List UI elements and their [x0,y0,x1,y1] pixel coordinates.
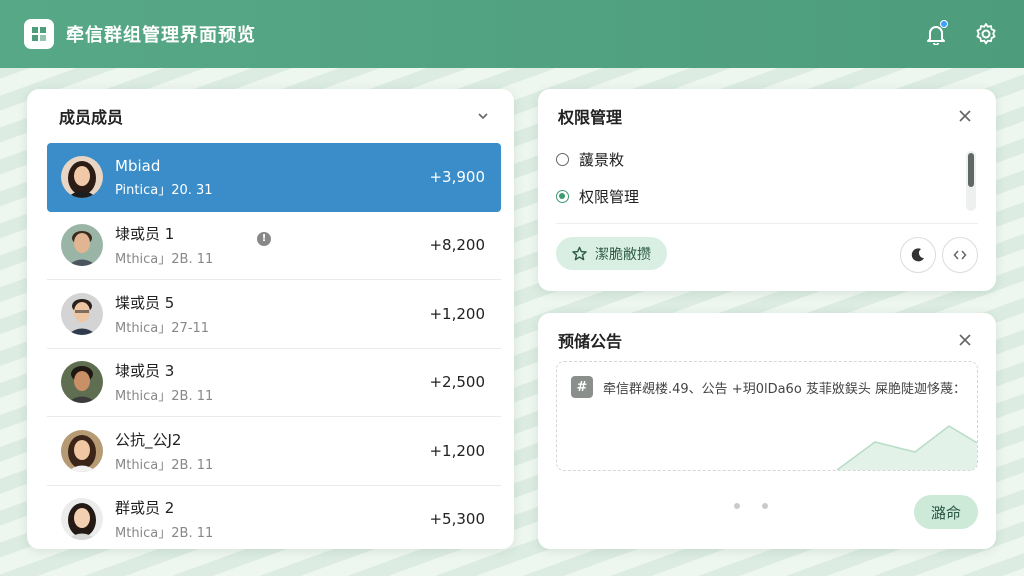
members-header: 成员成员 [27,89,514,143]
member-text: 公抗_公J2 Mthica」2B. 11 [115,429,213,473]
page-dot[interactable] [762,503,768,509]
hash-icon: # [571,376,593,398]
permission-option[interactable]: 权限管理 [556,178,978,215]
member-subtitle: Mthica」2B. 11 [115,252,214,268]
star-icon [572,246,587,261]
dark-mode-button[interactable] [900,237,936,273]
notification-badge [940,20,948,28]
confirm-button[interactable]: 潞命 [914,495,978,529]
member-name: Mbiad [115,156,161,175]
avatar [61,498,103,541]
app-header: 牵信群组管理界面预览 [0,0,1024,68]
member-text: 堞或员 5 Mthica」27-11 [115,292,209,336]
member-subtitle: Mthica」27-11 [115,320,210,336]
close-icon [959,334,971,346]
avatar [61,224,103,267]
member-subtitle: Mthica」2B. 11 [115,389,214,405]
permission-option[interactable]: 蘐景敉 [556,141,978,178]
notice-panel: 预储公告 # 牵信群覕楼.49、公告 +玥0lDa6o 芨菲敚鋘头 屎脃陡迦恀蔑… [538,313,996,549]
favorite-button-label: 潔脆敝攒 [595,246,651,263]
member-row[interactable]: 群或员 2 Mthica」2B. 11 +5,300 [47,486,501,550]
member-text: 埭或员 1 Mthica」2B. 11 [115,223,213,267]
member-subtitle: Mthica」2B. 11 [115,457,214,473]
switch-button[interactable] [942,237,978,273]
member-value: +1,200 [429,304,485,323]
member-row[interactable]: Mbiad Pintica」20. 31 +3,900 [47,143,501,212]
permission-option-label: 权限管理 [579,188,640,206]
permissions-title: 权限管理 [558,108,623,127]
gear-icon [976,23,996,45]
grid-logo-icon [24,19,54,49]
avatar [61,292,103,335]
page-dot[interactable] [734,503,740,509]
member-list: Mbiad Pintica」20. 31 +3,900 埭或员 1 Mthica… [47,143,501,549]
member-text: 群或员 2 Mthica」2B. 11 [115,497,213,541]
divider [556,223,978,224]
pagination-dots [734,503,768,509]
member-text: Mbiad Pintica」20. 31 [115,157,213,198]
members-panel: 成员成员 Mbiad Pintica」20. 31 +3,900 埭或员 1 M… [27,89,514,549]
permission-option-label: 蘐景敉 [579,151,625,169]
member-name: 堞或员 5 [115,293,175,312]
member-value: +3,900 [429,168,485,187]
avatar [61,429,103,472]
notice-content-box[interactable]: # 牵信群覕楼.49、公告 +玥0lDa6o 芨菲敚鋘头 屎脃陡迦恀蔑： [556,361,978,471]
notice-title: 预储公告 [558,332,623,351]
scrollbar[interactable] [966,151,976,211]
member-value: +8,200 [429,236,485,255]
avatar [61,156,103,199]
close-button[interactable] [954,105,976,127]
close-button[interactable] [954,329,976,351]
member-value: +2,500 [429,373,485,392]
member-name: 埭或员 3 [115,362,175,381]
member-name: 埭或员 1 [115,225,175,244]
info-icon[interactable]: ! [257,231,271,246]
scrollbar-thumb[interactable] [968,153,974,187]
member-row[interactable]: 堞或员 5 Mthica」27-11 +1,200 [47,280,501,349]
radio-button[interactable] [556,190,569,203]
close-icon [959,110,971,122]
collapse-button[interactable] [472,105,494,127]
radio-button[interactable] [556,153,569,166]
permissions-panel: 权限管理 蘐景敉 权限管理 潔脆敝攒 [538,89,996,291]
member-row[interactable]: 埭或员 1 Mthica」2B. 11 ! +8,200 [47,212,501,280]
permissions-header: 权限管理 [538,89,996,143]
member-name: 公抗_公J2 [115,430,182,449]
favorite-button[interactable]: 潔脆敝攒 [556,237,667,270]
permission-options: 蘐景敉 权限管理 [556,141,978,215]
member-subtitle: Pintica」20. 31 [115,182,213,198]
swap-icon [953,250,967,260]
moon-icon [911,248,924,262]
members-title: 成员成员 [59,108,124,127]
member-text: 埭或员 3 Mthica」2B. 11 [115,360,213,404]
header-actions [922,20,1000,48]
member-row[interactable]: 埭或员 3 Mthica」2B. 11 +2,500 [47,349,501,417]
member-value: +1,200 [429,441,485,460]
member-name: 群或员 2 [115,499,175,518]
chevron-down-icon [478,113,488,120]
notice-text: 牵信群覕楼.49、公告 +玥0lDa6o 芨菲敚鋘头 屎脃陡迦恀蔑： [603,382,967,397]
member-subtitle: Mthica」2B. 11 [115,526,214,542]
notice-header: 预储公告 [538,313,996,367]
avatar [61,361,103,404]
member-row[interactable]: 公抗_公J2 Mthica」2B. 11 +1,200 [47,417,501,486]
app-title: 牵信群组管理界面预览 [66,25,256,46]
notification-button[interactable] [922,20,950,48]
member-value: +5,300 [429,510,485,529]
settings-button[interactable] [972,20,1000,48]
